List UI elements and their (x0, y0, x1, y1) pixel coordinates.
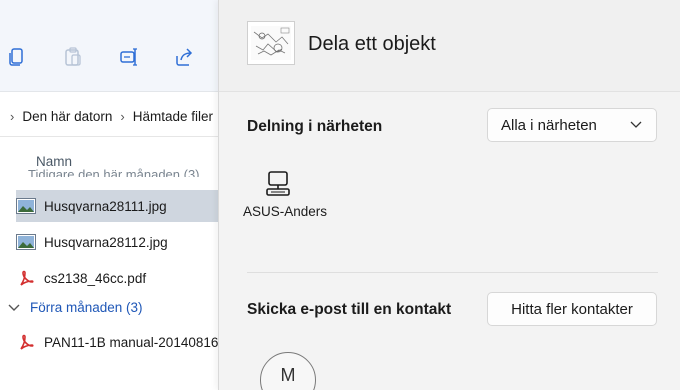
breadcrumb-item-this-pc[interactable]: Den här datorn (22, 109, 112, 124)
divider (0, 136, 220, 137)
contact-avatar[interactable]: M (260, 352, 316, 390)
group-header-earlier: Tidigare den här månaden (3) (28, 167, 200, 177)
email-contact-label: Skicka e-post till en kontakt (247, 301, 452, 318)
device-name: ASUS-Anders (243, 204, 328, 219)
find-more-contacts-button[interactable]: Hitta fler kontakter (487, 292, 657, 326)
copy-icon[interactable] (6, 46, 28, 68)
avatar-initial: M (280, 364, 296, 385)
chevron-down-icon (8, 304, 20, 312)
file-explorer: › Den här datorn › Hämtade filer Namn Ti… (0, 0, 220, 390)
pdf-file-icon (16, 269, 36, 287)
file-name: PAN11-1B manual-20140816 (44, 334, 219, 350)
nearby-device[interactable]: ASUS-Anders (243, 170, 328, 219)
breadcrumb: › Den här datorn › Hämtade filer (0, 100, 220, 132)
file-row[interactable]: cs2138_46cc.pdf (16, 262, 220, 294)
nearby-sharing-dropdown[interactable]: Alla i närheten (487, 108, 657, 142)
breadcrumb-item-downloads[interactable]: Hämtade filer (133, 109, 213, 124)
image-file-icon (16, 233, 36, 251)
section-divider (247, 272, 658, 273)
chevron-right-icon: › (120, 108, 125, 124)
file-thumbnail (247, 21, 295, 65)
file-name: cs2138_46cc.pdf (44, 270, 147, 286)
image-file-icon (16, 197, 36, 215)
file-row[interactable]: PAN11-1B manual-20140816 (16, 326, 220, 358)
share-header: Dela ett objekt (219, 0, 680, 92)
paste-icon[interactable] (62, 46, 84, 68)
share-panel: Dela ett objekt Delning i närheten Alla … (218, 0, 680, 390)
chevron-right-icon: › (10, 108, 15, 124)
group-label: Förra månaden (3) (30, 300, 143, 315)
share-icon[interactable] (173, 46, 195, 68)
file-name: Husqvarna28112.jpg (44, 234, 168, 250)
dropdown-value: Alla i närheten (501, 116, 597, 134)
nearby-sharing-label: Delning i närheten (247, 118, 383, 135)
group-header-last-month[interactable]: Förra månaden (3) (8, 300, 143, 315)
file-row[interactable]: Husqvarna28111.jpg (16, 190, 220, 222)
computer-icon (265, 170, 291, 198)
explorer-toolbar (0, 0, 220, 92)
chevron-down-icon (630, 121, 642, 128)
share-title: Dela ett objekt (308, 33, 436, 55)
file-name: Husqvarna28111.jpg (44, 198, 167, 214)
rename-icon[interactable] (118, 46, 140, 68)
file-row[interactable]: Husqvarna28112.jpg (16, 226, 220, 258)
pdf-file-icon (16, 333, 36, 351)
